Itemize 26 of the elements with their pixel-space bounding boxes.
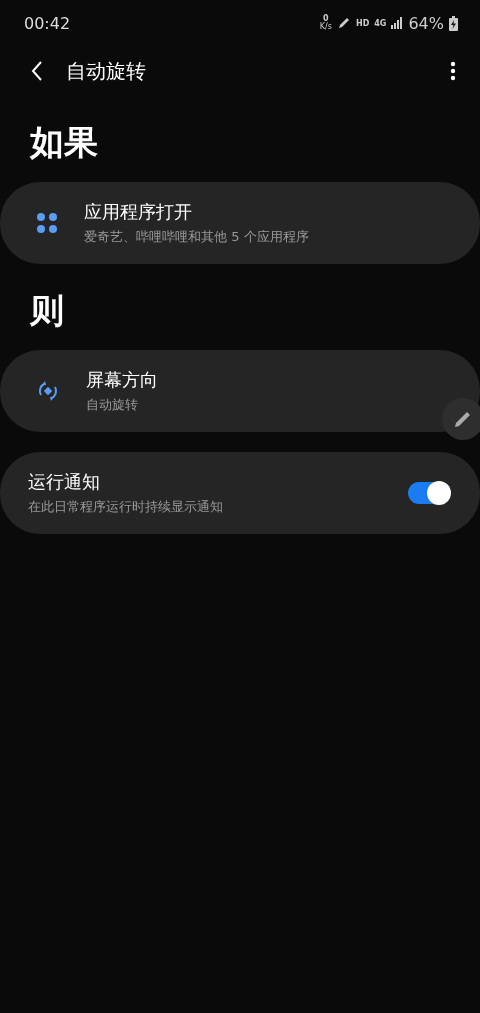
battery-icon [449,15,458,31]
apps-icon [36,212,58,234]
condition-card[interactable]: 应用程序打开 爱奇艺、哔哩哔哩和其他 5 个应用程序 [0,182,480,264]
pencil-icon [453,409,473,429]
card-subtitle: 自动旋转 [86,396,139,414]
card-title: 屏幕方向 [86,368,159,392]
setting-description: 在此日常程序运行时持续显示通知 [28,498,224,516]
page-title: 自动旋转 [66,57,147,85]
card-title: 应用程序打开 [84,200,193,224]
more-options-icon[interactable] [450,61,456,81]
pen-icon [336,16,351,30]
setting-title: 运行通知 [28,470,101,494]
card-subtitle: 爱奇艺、哔哩哔哩和其他 5 个应用程序 [84,228,310,246]
rotate-icon [36,379,60,403]
edit-button[interactable] [442,398,480,440]
section-heading: 如果 [28,121,99,164]
status-time: 00:42 [24,13,71,33]
signal-icon [391,17,404,29]
battery-level: 64% [408,13,444,33]
toggle-switch[interactable] [408,482,450,504]
action-card[interactable]: 屏幕方向 自动旋转 [0,350,480,432]
back-icon[interactable] [30,60,44,82]
network-type: 4G [374,18,387,28]
section-heading: 则 [28,289,65,332]
network-speed: 0 K/s [319,15,332,31]
hd-indicator: HD [355,18,370,28]
